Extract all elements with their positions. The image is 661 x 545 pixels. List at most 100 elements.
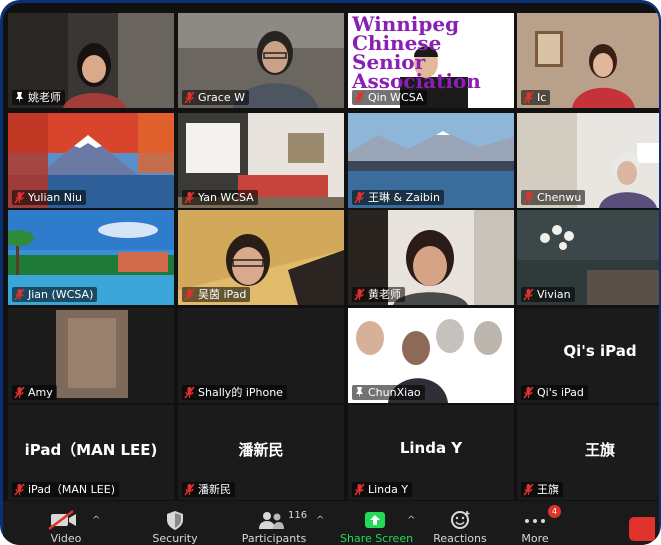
mic-muted-icon [523, 288, 534, 301]
smile-plus-icon [425, 509, 495, 531]
participants-count: 116 [288, 510, 308, 521]
participant-tile[interactable]: Yan WCSA [178, 113, 344, 208]
participant-tile[interactable]: 潘新民 潘新民 [178, 405, 344, 500]
participant-tile[interactable]: ChunXiao [348, 308, 514, 403]
participant-name-label: 王旗 [521, 482, 563, 497]
mic-muted-icon [523, 483, 534, 496]
participant-tile[interactable]: iPad（MAN LEE) iPad（MAN LEE) [8, 405, 174, 500]
share-screen-button[interactable]: Share Screen [340, 501, 414, 545]
participant-tile[interactable]: 黄老师 [348, 210, 514, 305]
shield-icon [143, 509, 207, 531]
mic-muted-icon [354, 191, 365, 204]
wcsa-banner-line: Association [352, 69, 481, 93]
security-button[interactable]: Security [143, 501, 207, 545]
participant-tile[interactable]: Qi's iPad Qi's iPad [517, 308, 659, 403]
video-button-label: Video [50, 532, 82, 545]
participant-tile[interactable]: Chenwu [517, 113, 659, 208]
participant-name-label: 黄老师 [352, 287, 405, 302]
participant-tile[interactable]: Grace W [178, 13, 344, 108]
share-options-caret[interactable]: ^ [407, 515, 415, 526]
participant-tile[interactable]: Ic [517, 13, 659, 108]
participant-display-name: Linda Y [399, 439, 463, 457]
participant-name: Qin WCSA [368, 91, 424, 104]
participant-name: 吴茵 iPad [198, 288, 247, 301]
participant-name: Qi's iPad [537, 386, 584, 399]
more-button-label: More [521, 532, 549, 545]
participant-tile[interactable]: 王琳 & Zaibin [348, 113, 514, 208]
participants-options-caret[interactable]: ^ [316, 515, 324, 526]
participant-name: 黄老师 [368, 288, 401, 301]
mic-muted-icon [184, 483, 195, 496]
participant-name: Vivian [537, 288, 571, 301]
leave-button[interactable] [629, 517, 655, 541]
participant-tile[interactable]: Winnipeg Chinese Senior Association Qin WCSA [348, 13, 514, 108]
participant-name-label: Chenwu [521, 190, 586, 205]
participant-name-label: 姚老师 [12, 90, 65, 105]
participant-display-name: 潘新民 [238, 441, 284, 459]
video-button[interactable]: Video [31, 501, 101, 545]
participant-name: Linda Y [368, 483, 409, 496]
reactions-button-label: Reactions [433, 532, 487, 545]
participant-display-name: iPad（MAN LEE) [24, 441, 158, 459]
participant-name-label: Vivian [521, 287, 575, 302]
participant-name-label: Qi's iPad [521, 385, 588, 400]
participant-name-label: 潘新民 [182, 482, 235, 497]
participant-name: Amy [28, 386, 53, 399]
mic-muted-icon [354, 91, 365, 104]
mic-muted-icon [523, 386, 534, 399]
more-button[interactable]: 4 More [500, 501, 570, 545]
mic-muted-icon [354, 483, 365, 496]
participant-tile[interactable]: Shally的 iPhone [178, 308, 344, 403]
meeting-toolbar: Video ^ Security 116 Participants ^ Shar… [3, 501, 659, 545]
participant-name: Yan WCSA [198, 191, 254, 204]
participant-name-label: iPad（MAN LEE) [12, 482, 119, 497]
participant-display-name: Qi's iPad [563, 342, 637, 360]
participants-button-label: Participants [241, 532, 307, 545]
participant-name-label: Amy [12, 385, 57, 400]
participant-name: Chenwu [537, 191, 582, 204]
participant-tile[interactable]: 吴茵 iPad [178, 210, 344, 305]
mic-muted-icon [184, 191, 195, 204]
video-options-caret[interactable]: ^ [92, 515, 100, 526]
participant-tile[interactable]: Vivian [517, 210, 659, 305]
participant-name-label: Yulian Niu [12, 190, 87, 205]
participant-name: Jian (WCSA) [28, 288, 94, 301]
participant-name: Grace W [198, 91, 245, 104]
participant-name-label: ChunXiao [352, 385, 425, 400]
reactions-button[interactable]: Reactions [425, 501, 495, 545]
participant-tile[interactable]: Amy [8, 308, 174, 403]
participant-tile[interactable]: Yulian Niu [8, 113, 174, 208]
participant-name: 姚老师 [28, 91, 61, 104]
participant-name: Shally的 iPhone [198, 386, 283, 399]
participant-name: 王旗 [537, 483, 559, 496]
participant-tile[interactable]: 姚老师 [8, 13, 174, 108]
participant-name-label: Ic [521, 90, 551, 105]
participant-name-label: Shally的 iPhone [182, 385, 287, 400]
wcsa-banner-text: Winnipeg Chinese Senior Association [352, 14, 512, 93]
mic-muted-icon [523, 191, 534, 204]
participant-tile[interactable]: Linda Y Linda Y [348, 405, 514, 500]
participant-name-label: Yan WCSA [182, 190, 258, 205]
participant-name-label: 王琳 & Zaibin [352, 190, 444, 205]
participant-name: Yulian Niu [28, 191, 83, 204]
participant-tile[interactable]: 王旗 王旗 [517, 405, 659, 500]
mic-muted-icon [184, 288, 195, 301]
participant-name: 潘新民 [198, 483, 231, 496]
participant-name: iPad（MAN LEE) [28, 483, 115, 496]
mic-muted-icon [523, 91, 534, 104]
mic-muted-icon [14, 288, 25, 301]
participant-name: Ic [537, 91, 547, 104]
participant-name-label: 吴茵 iPad [182, 287, 251, 302]
video-off-icon [31, 509, 101, 531]
mic-muted-icon [14, 483, 25, 496]
mic-muted-icon [14, 386, 25, 399]
pin-icon [14, 91, 25, 104]
participants-button[interactable]: 116 Participants [239, 501, 309, 545]
more-badge: 4 [548, 505, 561, 518]
zoom-meeting-window: 姚老师 Grace W Winnipeg Chinese Senior Associa… [3, 3, 659, 545]
mic-muted-icon [14, 191, 25, 204]
participant-tile[interactable]: Jian (WCSA) [8, 210, 174, 305]
participant-name-label: Linda Y [352, 482, 413, 497]
participant-name: 王琳 & Zaibin [368, 191, 440, 204]
share-screen-label: Share Screen [340, 532, 414, 545]
